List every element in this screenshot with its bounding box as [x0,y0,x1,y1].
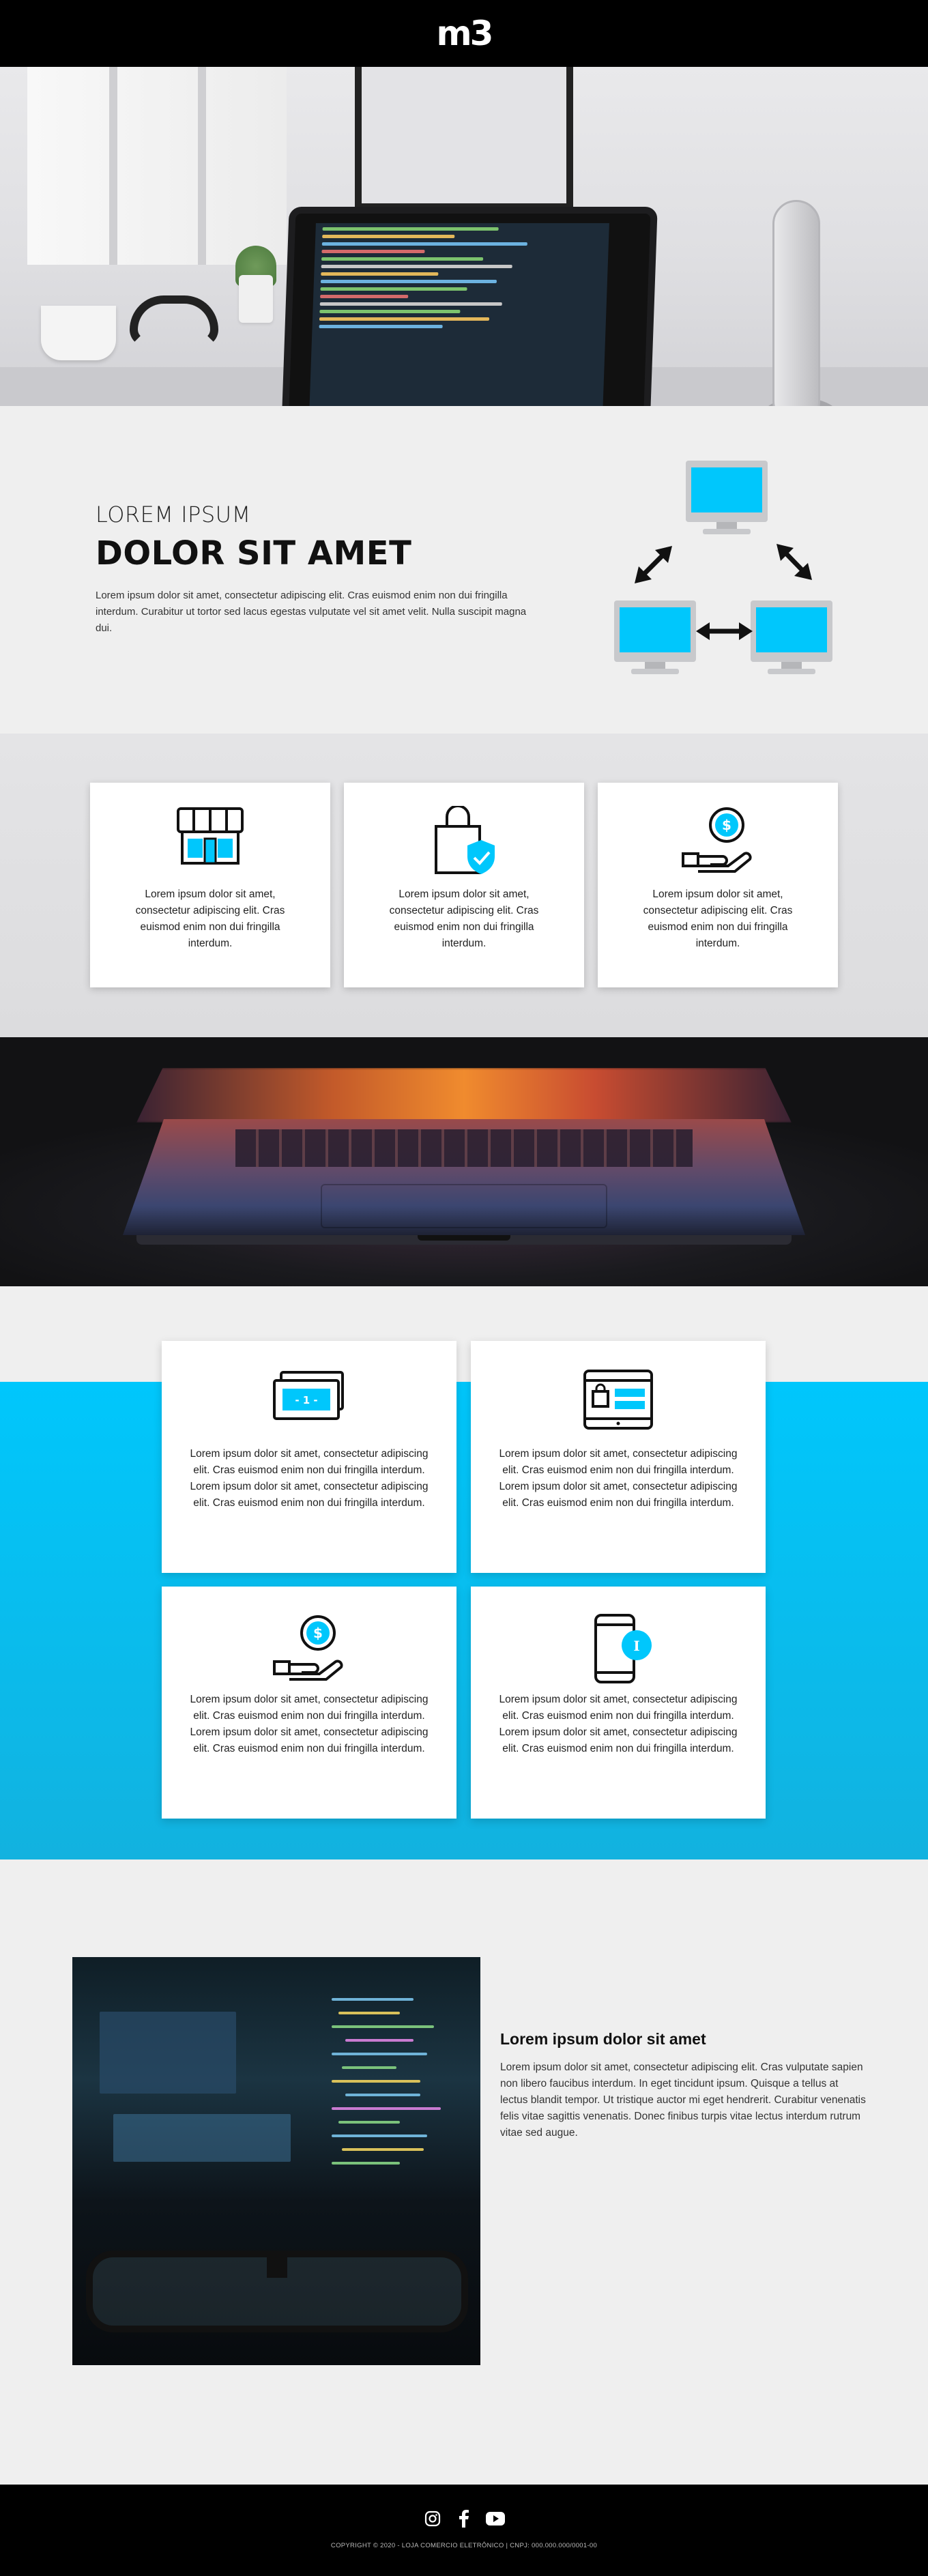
article-paragraph: Lorem ipsum dolor sit amet, consectetur … [500,2061,866,2139]
features-section: Lorem ipsum dolor sit amet, consectetur … [0,734,928,1037]
intro-paragraph: Lorem ipsum dolor sit amet, consectetur … [96,590,527,634]
code-glasses-image [72,1957,480,2365]
svg-text:I: I [633,1638,639,1654]
intro-title: DOLOR SIT AMET [96,534,412,573]
benefit-card-text: Lorem ipsum dolor sit amet, consectetur … [499,1448,738,1509]
facebook-icon[interactable] [454,2509,474,2528]
benefit-card-text: Lorem ipsum dolor sit amet, consectetur … [190,1448,429,1509]
benefit-card-text: Lorem ipsum dolor sit amet, consectetur … [190,1694,429,1754]
shopping-bag-shield-icon [435,806,495,874]
svg-text:$: $ [722,817,731,833]
feature-card-text: Lorem ipsum dolor sit amet, consectetur … [643,888,793,949]
article-title: Lorem ipsum dolor sit amet [500,2030,706,2048]
feature-card: Lorem ipsum dolor sit amet, consectetur … [344,783,584,987]
benefit-card: $ Lorem ipsum dolor sit amet, consectetu… [162,1587,456,1819]
banknote-badge: - 1 - [295,1394,317,1406]
site-header: m3 [0,0,928,67]
intro-section: LOREM IPSUM DOLOR SIT AMET Lorem ipsum d… [0,406,928,734]
article-section: Lorem ipsum dolor sit amet Lorem ipsum d… [0,1859,928,2485]
online-store-icon [583,1370,653,1430]
feature-card-text: Lorem ipsum dolor sit amet, consectetur … [135,888,285,949]
benefit-card-text: Lorem ipsum dolor sit amet, consectetur … [499,1694,738,1754]
benefits-section: - 1 - Lorem ipsum dolor sit amet, consec… [0,1286,928,1859]
benefit-card: I Lorem ipsum dolor sit amet, consectetu… [471,1587,766,1819]
hand-coin-icon: $ [273,1615,343,1681]
benefit-card: - 1 - Lorem ipsum dolor sit amet, consec… [162,1341,456,1573]
laptop-image [281,207,658,406]
feature-card: Lorem ipsum dolor sit amet, consectetur … [90,783,330,987]
speaker-image [772,200,820,406]
laptop-glow-image [0,1037,928,1286]
social-links [423,2509,505,2528]
benefit-card: Lorem ipsum dolor sit amet, consectetur … [471,1341,766,1573]
instagram-icon[interactable] [423,2509,442,2528]
hand-coin-icon: $ [682,807,752,873]
copyright-text: COPYRIGHT © 2020 - LOJA COMERCIO ELETRÔN… [330,2542,598,2549]
storefront-icon [177,807,244,865]
intro-subtitle: LOREM IPSUM [96,502,251,527]
smartphone-info-icon: I [594,1614,652,1683]
feature-card-text: Lorem ipsum dolor sit amet, consectetur … [389,888,539,949]
svg-text:$: $ [313,1625,323,1641]
m3-logo[interactable]: m3 [437,16,494,50]
site-footer: COPYRIGHT © 2020 - LOJA COMERCIO ELETRÔN… [0,2485,928,2576]
network-computers-icon [614,461,832,674]
banknotes-icon: - 1 - [273,1371,344,1420]
feature-card: $ Lorem ipsum dolor sit amet, consectetu… [598,783,838,987]
youtube-icon[interactable] [486,2509,505,2528]
hero-banner-image [0,67,928,406]
